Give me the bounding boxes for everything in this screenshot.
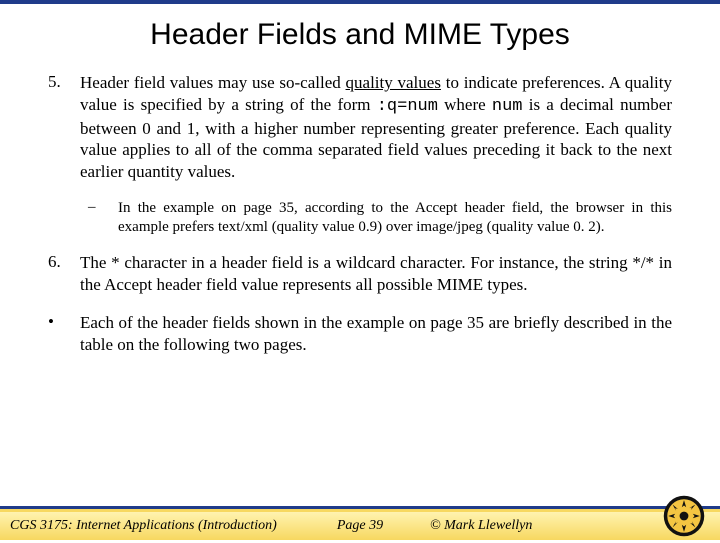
- footer-wrap: CGS 3175: Internet Applications (Introdu…: [0, 506, 720, 540]
- list-item-5: 5. Header field values may use so-called…: [48, 72, 672, 183]
- footer-course: CGS 3175: Internet Applications (Introdu…: [10, 518, 277, 534]
- text: Header field values may use so-called: [80, 73, 346, 92]
- slide-title: Header Fields and MIME Types: [0, 18, 720, 52]
- footer-bar: CGS 3175: Internet Applications (Introdu…: [0, 512, 720, 540]
- text-underline: quality values: [346, 73, 441, 92]
- slide-content: 5. Header field values may use so-called…: [0, 72, 720, 355]
- item-body: Header field values may use so-called qu…: [80, 72, 672, 183]
- item-body: Each of the header fields shown in the e…: [80, 312, 672, 356]
- list-item-6: 6. The * character in a header field is …: [48, 252, 672, 296]
- sub-dash: –: [88, 199, 118, 237]
- text: where: [438, 95, 492, 114]
- list-item-bullet: • Each of the header fields shown in the…: [48, 312, 672, 356]
- ucf-logo-icon: [662, 494, 706, 538]
- item-bullet: •: [48, 312, 80, 356]
- footer-page: Page 39: [337, 518, 383, 534]
- footer-copyright: © Mark Llewellyn: [430, 518, 532, 534]
- item-body: The * character in a header field is a w…: [80, 252, 672, 296]
- slide-top-border: [0, 0, 720, 4]
- code: num: [492, 97, 523, 116]
- code: :q=num: [377, 97, 438, 116]
- item-number: 5.: [48, 72, 80, 183]
- sub-body: In the example on page 35, according to …: [118, 199, 672, 237]
- sub-list-item: – In the example on page 35, according t…: [88, 199, 672, 237]
- item-number: 6.: [48, 252, 80, 296]
